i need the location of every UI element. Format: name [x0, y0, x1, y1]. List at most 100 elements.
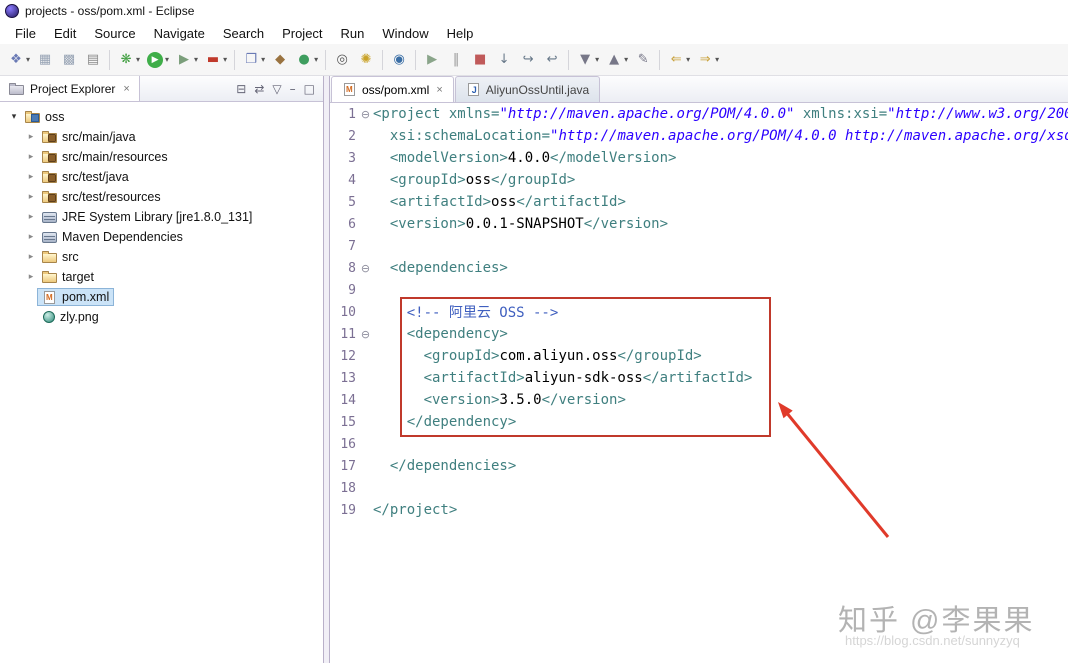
code-line-6[interactable]: 6 <version>0.0.1-SNAPSHOT</version> — [330, 213, 1068, 235]
tree-item-src-test-resources[interactable]: ▸ src/test/resources — [0, 187, 323, 207]
new-java-project-button[interactable]: ❐ ▾ — [240, 48, 267, 72]
fold-marker-icon[interactable]: ⊖ — [358, 328, 373, 341]
menu-window[interactable]: Window — [373, 24, 437, 43]
menu-help[interactable]: Help — [438, 24, 483, 43]
code-line-13[interactable]: 13 <artifactId>aliyun-sdk-oss</artifactI… — [330, 367, 1068, 389]
link-with-editor-icon[interactable]: ⇄ — [254, 82, 264, 96]
code-line-14[interactable]: 14 <version>3.5.0</version> — [330, 389, 1068, 411]
tree-item-jre-system-library-jre1-8-0-131[interactable]: ▸ JRE System Library [jre1.8.0_131] — [0, 207, 323, 227]
maximize-icon[interactable]: □ — [304, 82, 315, 96]
next-annotation-button[interactable]: ▼ ▾ — [574, 48, 601, 72]
menu-project[interactable]: Project — [273, 24, 331, 43]
tree-collapsed-arrow-icon[interactable]: ▸ — [25, 192, 37, 202]
tree-collapsed-arrow-icon[interactable]: ▸ — [25, 232, 37, 242]
tree-item-src-main-java[interactable]: ▸ src/main/java — [0, 127, 323, 147]
tree-expanded-arrow-icon[interactable]: ▾ — [8, 112, 20, 122]
menu-run[interactable]: Run — [332, 24, 374, 43]
close-tab-icon[interactable]: × — [436, 84, 442, 96]
step-into-button[interactable]: ↓ — [493, 48, 515, 72]
code-line-10[interactable]: 10 <!-- 阿里云 OSS --> — [330, 301, 1068, 323]
code-line-7[interactable]: 7 — [330, 235, 1068, 257]
previous-annotation-button[interactable]: ▲ ▾ — [603, 48, 630, 72]
view-menu-icon[interactable]: ▽ — [272, 82, 281, 96]
tree-collapsed-arrow-icon[interactable]: ▸ — [25, 172, 37, 182]
new-package-button[interactable]: ◆ — [269, 48, 291, 72]
run-button[interactable]: ▶ ▾ — [144, 48, 171, 72]
print-button[interactable]: ▤ — [82, 48, 104, 72]
menu-edit[interactable]: Edit — [45, 24, 85, 43]
code-line-8[interactable]: 8 ⊖ <dependencies> — [330, 257, 1068, 279]
back-button[interactable]: ⇐ ▾ — [665, 48, 692, 72]
forward-button[interactable]: ⇒ ▾ — [694, 48, 721, 72]
new-class-button[interactable]: ● ▾ — [293, 48, 320, 72]
tree-collapsed-arrow-icon[interactable]: ▸ — [25, 132, 37, 142]
tree-item-pom-xml[interactable]: pom.xml — [0, 287, 323, 307]
web-browser-button[interactable]: ◉ — [388, 48, 410, 72]
code-line-4[interactable]: 4 <groupId>oss</groupId> — [330, 169, 1068, 191]
tree-collapsed-arrow-icon[interactable]: ▸ — [25, 152, 37, 162]
code-text: xsi:schemaLocation="http://maven.apache.… — [373, 128, 1068, 144]
code-line-16[interactable]: 16 — [330, 433, 1068, 455]
tab-project-explorer[interactable]: Project Explorer × — [0, 76, 140, 101]
fold-marker-icon[interactable]: ⊖ — [358, 262, 373, 275]
dropdown-arrow-icon[interactable]: ▾ — [624, 55, 628, 64]
tree-item-src[interactable]: ▸ src — [0, 247, 323, 267]
code-line-9[interactable]: 9 — [330, 279, 1068, 301]
tree-item-maven-dependencies[interactable]: ▸ Maven Dependencies — [0, 227, 323, 247]
dropdown-arrow-icon[interactable]: ▾ — [165, 55, 169, 64]
step-over-button[interactable]: ↪ — [517, 48, 539, 72]
dropdown-arrow-icon[interactable]: ▾ — [136, 55, 140, 64]
code-line-18[interactable]: 18 — [330, 477, 1068, 499]
last-edit-location-button[interactable]: ✎ — [632, 48, 654, 72]
dropdown-arrow-icon[interactable]: ▾ — [26, 55, 30, 64]
tree-item-src-main-resources[interactable]: ▸ src/main/resources — [0, 147, 323, 167]
dropdown-arrow-icon[interactable]: ▾ — [261, 55, 265, 64]
terminate-button[interactable]: ■ — [469, 48, 491, 72]
save-all-button[interactable]: ▩ — [58, 48, 80, 72]
code-line-2[interactable]: 2 xsi:schemaLocation="http://maven.apach… — [330, 125, 1068, 147]
code-line-12[interactable]: 12 <groupId>com.aliyun.oss</groupId> — [330, 345, 1068, 367]
code-line-11[interactable]: 11 ⊖ <dependency> — [330, 323, 1068, 345]
external-tools-button[interactable]: ▬ ▾ — [202, 48, 229, 72]
code-line-19[interactable]: 19 </project> — [330, 499, 1068, 521]
code-line-5[interactable]: 5 <artifactId>oss</artifactId> — [330, 191, 1068, 213]
menu-navigate[interactable]: Navigate — [145, 24, 214, 43]
dropdown-arrow-icon[interactable]: ▾ — [314, 55, 318, 64]
code-line-15[interactable]: 15 </dependency> — [330, 411, 1068, 433]
tree-item-target[interactable]: ▸ target — [0, 267, 323, 287]
tree-item-label: src/test/java — [62, 170, 129, 184]
editor-tab-oss-pom-xml[interactable]: oss/pom.xml × — [331, 76, 454, 102]
new-wizard-button[interactable]: ❖ ▾ — [5, 48, 32, 72]
menu-search[interactable]: Search — [214, 24, 273, 43]
editor-tab-aliyunossuntil-java[interactable]: AliyunOssUntil.java — [454, 76, 601, 102]
close-view-icon[interactable]: × — [123, 83, 129, 95]
code-line-1[interactable]: 1 ⊖ <project xmlns="http://maven.apache.or… — [330, 103, 1068, 125]
collapse-all-icon[interactable]: ⊟ — [236, 82, 246, 96]
dropdown-arrow-icon[interactable]: ▾ — [223, 55, 227, 64]
search-button[interactable]: ✺ — [355, 48, 377, 72]
minimize-icon[interactable]: – — [290, 82, 296, 96]
tree-item-zly-png[interactable]: zly.png — [0, 307, 323, 327]
tree-collapsed-arrow-icon[interactable]: ▸ — [25, 212, 37, 222]
menu-file[interactable]: File — [6, 24, 45, 43]
step-return-button[interactable]: ↩ — [541, 48, 563, 72]
tree-collapsed-arrow-icon[interactable]: ▸ — [25, 252, 37, 262]
tree-item-src-test-java[interactable]: ▸ src/test/java — [0, 167, 323, 187]
coverage-button[interactable]: ▶ ▾ — [173, 48, 200, 72]
suspend-button[interactable]: ‖ — [445, 48, 467, 72]
code-line-17[interactable]: 17 </dependencies> — [330, 455, 1068, 477]
dropdown-arrow-icon[interactable]: ▾ — [686, 55, 690, 64]
dropdown-arrow-icon[interactable]: ▾ — [194, 55, 198, 64]
tree-collapsed-arrow-icon[interactable]: ▸ — [25, 272, 37, 282]
fold-marker-icon[interactable]: ⊖ — [358, 108, 373, 121]
dropdown-arrow-icon[interactable]: ▾ — [715, 55, 719, 64]
dropdown-arrow-icon[interactable]: ▾ — [595, 55, 599, 64]
open-type-button[interactable]: ◎ — [331, 48, 353, 72]
resume-button[interactable]: ▶ — [421, 48, 443, 72]
editor-body[interactable]: 1 ⊖ <project xmlns="http://maven.apache.or… — [330, 103, 1068, 663]
menu-source[interactable]: Source — [85, 24, 144, 43]
save-button[interactable]: ▦ — [34, 48, 56, 72]
tree-item-oss[interactable]: ▾ oss — [0, 107, 323, 127]
code-line-3[interactable]: 3 <modelVersion>4.0.0</modelVersion> — [330, 147, 1068, 169]
debug-button[interactable]: ❋ ▾ — [115, 48, 142, 72]
